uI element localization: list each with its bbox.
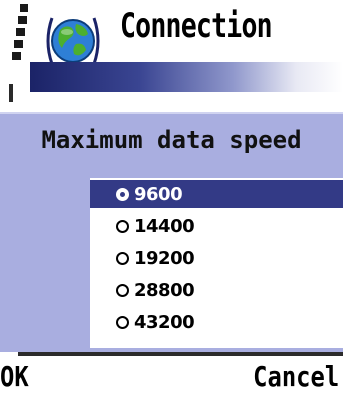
radio-icon <box>116 315 129 329</box>
antenna-icon <box>1 64 15 82</box>
dialog-title: Maximum data speed <box>41 126 302 154</box>
option-19200[interactable]: 19200 <box>90 244 343 272</box>
option-list: 9600 14400 19200 28800 43200 <box>90 178 343 348</box>
option-label: 14400 <box>134 215 195 237</box>
title-gradient-band <box>30 62 343 92</box>
signal-strength-icon <box>12 4 28 60</box>
cancel-softkey[interactable]: Cancel <box>253 360 339 393</box>
radio-icon <box>116 219 129 233</box>
app-title: Connection <box>120 6 273 46</box>
radio-icon <box>116 283 129 297</box>
radio-icon <box>116 251 129 265</box>
option-label: 28800 <box>134 279 195 301</box>
signal-level-bar <box>9 84 13 102</box>
ok-softkey[interactable]: OK <box>0 360 29 393</box>
option-28800[interactable]: 28800 <box>90 276 343 304</box>
option-label: 19200 <box>134 247 195 269</box>
softkey-bar: OK Cancel <box>0 358 343 393</box>
option-label: 43200 <box>134 311 195 333</box>
title-bar: Connection <box>0 0 343 70</box>
option-label: 9600 <box>134 183 183 205</box>
option-9600[interactable]: 9600 <box>90 180 343 208</box>
dialog-shadow <box>18 352 343 356</box>
option-43200[interactable]: 43200 <box>90 308 343 336</box>
option-14400[interactable]: 14400 <box>90 212 343 240</box>
selection-dialog: Maximum data speed 9600 14400 19200 2880… <box>0 112 343 352</box>
radio-selected-icon <box>116 187 129 201</box>
